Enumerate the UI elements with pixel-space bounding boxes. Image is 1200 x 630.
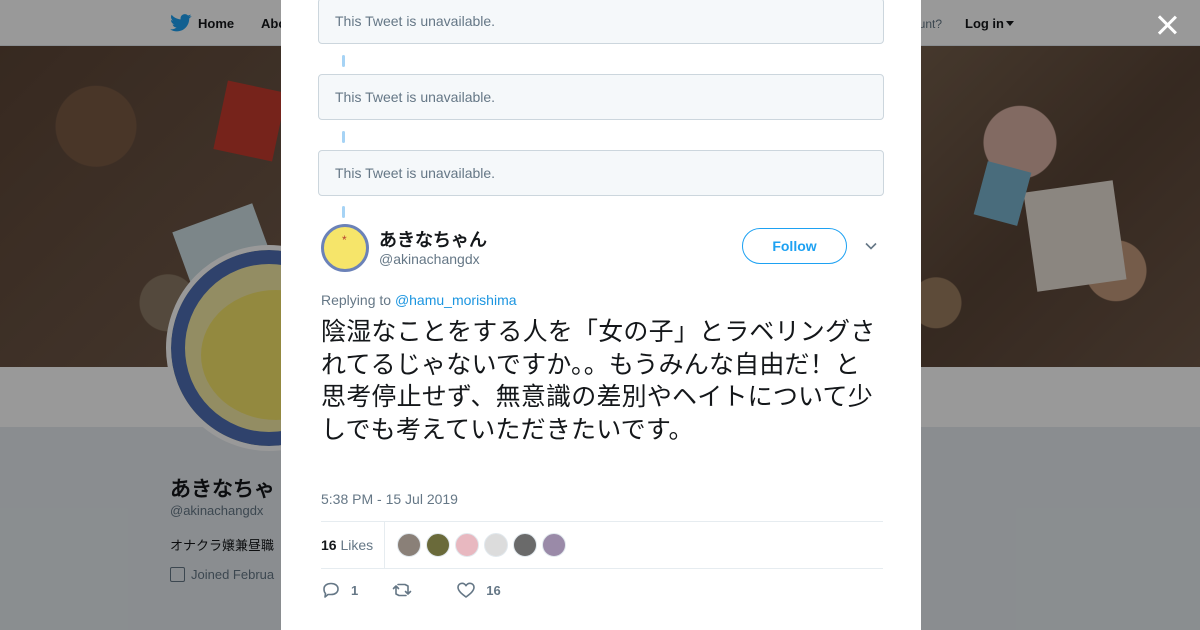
liker-avatar[interactable] [397,533,421,557]
unavailable-tweet: This Tweet is unavailable. [318,150,884,196]
liker-avatars [397,533,571,557]
tweet-timestamp[interactable]: 5:38 PM - 15 Jul 2019 [321,491,458,507]
replying-prefix: Replying to [321,292,392,308]
retweet-icon [392,583,412,597]
follow-button[interactable]: Follow [742,228,847,264]
unavailable-tweet: This Tweet is unavailable. [318,74,884,120]
liker-avatar[interactable] [455,533,479,557]
replying-to-link[interactable]: @hamu_morishima [395,292,517,308]
tweet-author-name[interactable]: あきなちゃん [379,226,487,252]
close-icon[interactable] [1155,13,1179,37]
thread-connector [342,131,345,143]
replying-to: Replying to @hamu_morishima [321,292,517,308]
chevron-down-icon[interactable] [865,240,877,252]
likes-stat[interactable]: 16 Likes [321,537,373,553]
stats-divider [384,522,385,568]
liker-avatar[interactable] [542,533,566,557]
retweet-action[interactable] [392,581,422,599]
tweet-actions: 1 16 [321,580,883,600]
thread-connector [342,206,345,218]
reply-icon [323,582,339,598]
liker-avatar[interactable] [513,533,537,557]
likes-count: 16 [321,537,337,553]
reply-count: 1 [351,582,359,598]
tweet-modal: This Tweet is unavailable. This Tweet is… [281,0,921,630]
like-action[interactable]: 16 [456,581,501,599]
tweet-stats: 16 Likes [321,521,883,569]
liker-avatar[interactable] [426,533,450,557]
avatar-mark: * [342,233,347,247]
unavailable-tweet: This Tweet is unavailable. [318,0,884,44]
thread-connector [342,55,345,67]
tweet-author-avatar[interactable]: * [321,224,369,272]
likes-label: Likes [340,537,374,553]
heart-icon [457,582,476,598]
tweet-text: 陰湿なことをする人を「女の子」とラベリングされてるじゃないですか。。もうみんな自… [321,317,876,444]
like-count: 16 [486,582,501,598]
reply-action[interactable]: 1 [321,581,358,599]
tweet-author-handle[interactable]: @akinachangdx [379,251,480,267]
liker-avatar[interactable] [484,533,508,557]
